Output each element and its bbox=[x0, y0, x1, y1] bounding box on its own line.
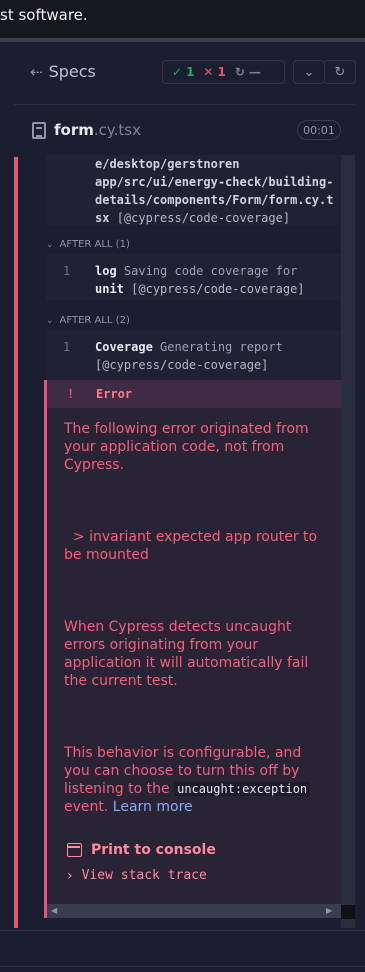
chevron-down-icon: ⌄ bbox=[303, 64, 315, 80]
command-log-entry[interactable]: 1 log Saving code coverage for unit [@cy… bbox=[46, 254, 341, 300]
specs-label: Specs bbox=[48, 62, 96, 81]
failed-test-stripe bbox=[14, 157, 18, 928]
hook-label: AFTER ALL (1) bbox=[59, 239, 130, 250]
command-log-entry[interactable]: 1 Coverage Generating report [@cypress/c… bbox=[46, 330, 341, 380]
error-message-2: > invariant expected app router to be mo… bbox=[64, 529, 322, 563]
rerun-button[interactable]: ↻ bbox=[324, 60, 356, 84]
passed-number: 1 bbox=[186, 65, 195, 79]
pending-count: ↻ — bbox=[235, 65, 261, 79]
error-panel: ! Error The following error originated f… bbox=[44, 380, 341, 918]
scroll-right-icon[interactable]: ▶ bbox=[326, 906, 332, 915]
log-line-prefix: sx bbox=[95, 211, 110, 225]
plugin-tag: [@cypress/code-coverage] bbox=[116, 211, 291, 225]
header-divider bbox=[14, 104, 355, 105]
error-message-4: This behavior is configurable, and you c… bbox=[64, 744, 326, 816]
command-message-bold: unit bbox=[95, 282, 124, 296]
plugin-tag: [@cypress/code-coverage] bbox=[95, 358, 269, 372]
scrollbar-thumb[interactable] bbox=[341, 905, 355, 919]
command-message: Generating report bbox=[160, 340, 283, 354]
bottom-divider bbox=[0, 966, 365, 967]
collapse-arrow-icon: ⇠ bbox=[30, 62, 43, 81]
error-text: event. bbox=[64, 799, 109, 815]
file-basename: form bbox=[54, 121, 94, 139]
specs-nav-button[interactable]: ⇠ Specs bbox=[30, 62, 96, 81]
x-icon: ✕ bbox=[203, 65, 214, 79]
hook-label: AFTER ALL (2) bbox=[59, 315, 130, 326]
command-number: 1 bbox=[63, 264, 71, 278]
view-stack-trace-label: View stack trace bbox=[81, 868, 207, 883]
refresh-icon: ↻ bbox=[334, 64, 346, 80]
duration-badge: 00:01 bbox=[297, 120, 341, 140]
collapse-all-button[interactable]: ⌄ bbox=[293, 60, 325, 84]
bottom-divider bbox=[0, 930, 365, 931]
print-to-console-button[interactable]: Print to console bbox=[67, 842, 216, 858]
scroll-left-icon[interactable]: ◀ bbox=[51, 906, 57, 915]
vertical-scrollbar[interactable] bbox=[341, 155, 355, 928]
chevron-down-icon: ⌄ bbox=[46, 239, 54, 250]
chevron-right-icon: › bbox=[67, 868, 73, 884]
spec-file-header[interactable]: form.cy.tsx bbox=[32, 121, 141, 139]
log-line: details/components/Form/form.cy.t bbox=[95, 193, 334, 207]
passed-count: ✓ 1 bbox=[172, 65, 194, 79]
command-name: Coverage bbox=[95, 340, 153, 354]
error-icon: ! bbox=[67, 387, 75, 401]
failed-count: ✕ 1 bbox=[203, 65, 225, 79]
command-name: log bbox=[95, 264, 117, 278]
failed-number: 1 bbox=[217, 65, 226, 79]
test-stats: ✓ 1 ✕ 1 ↻ — bbox=[162, 60, 285, 84]
plugin-tag: [@cypress/code-coverage] bbox=[131, 282, 305, 296]
error-message-3: When Cypress detects uncaught errors ori… bbox=[64, 619, 309, 689]
hook-after-all-2[interactable]: ⌄ AFTER ALL (2) bbox=[46, 315, 130, 326]
terminal-icon bbox=[67, 843, 82, 857]
check-icon: ✓ bbox=[172, 65, 183, 79]
view-stack-trace-button[interactable]: › View stack trace bbox=[67, 868, 207, 884]
log-line: sx [@cypress/code-coverage] bbox=[95, 209, 341, 227]
file-extension: .cy.tsx bbox=[93, 121, 141, 139]
inline-code: uncaught:exception bbox=[174, 782, 311, 796]
chevron-down-icon: ⌄ bbox=[46, 315, 54, 326]
print-to-console-label: Print to console bbox=[91, 842, 216, 858]
pending-icon: ↻ bbox=[234, 65, 245, 79]
frame-divider bbox=[0, 38, 365, 42]
log-line: e/desktop/gerstnoren bbox=[95, 157, 240, 171]
spec-file-name: form.cy.tsx bbox=[54, 121, 141, 139]
command-log-entry[interactable]: e/desktop/gerstnoren app/src/ui/energy-c… bbox=[46, 155, 341, 225]
command-message: Saving code coverage for bbox=[123, 264, 298, 278]
learn-more-link[interactable]: Learn more bbox=[113, 799, 193, 815]
log-line: app/src/ui/energy-check/building- bbox=[95, 175, 334, 189]
error-header: ! Error bbox=[47, 380, 341, 408]
document-icon bbox=[32, 121, 46, 139]
error-title: Error bbox=[96, 387, 133, 401]
command-number: 1 bbox=[63, 340, 71, 354]
pending-number: — bbox=[248, 65, 261, 79]
top-banner: st software. bbox=[0, 0, 365, 38]
error-message-1: The following error originated from your… bbox=[64, 421, 309, 473]
horizontal-scrollbar[interactable]: ◀ ▶ bbox=[47, 904, 341, 918]
banner-text: st software. bbox=[0, 6, 88, 24]
hook-after-all-1[interactable]: ⌄ AFTER ALL (1) bbox=[46, 239, 130, 250]
